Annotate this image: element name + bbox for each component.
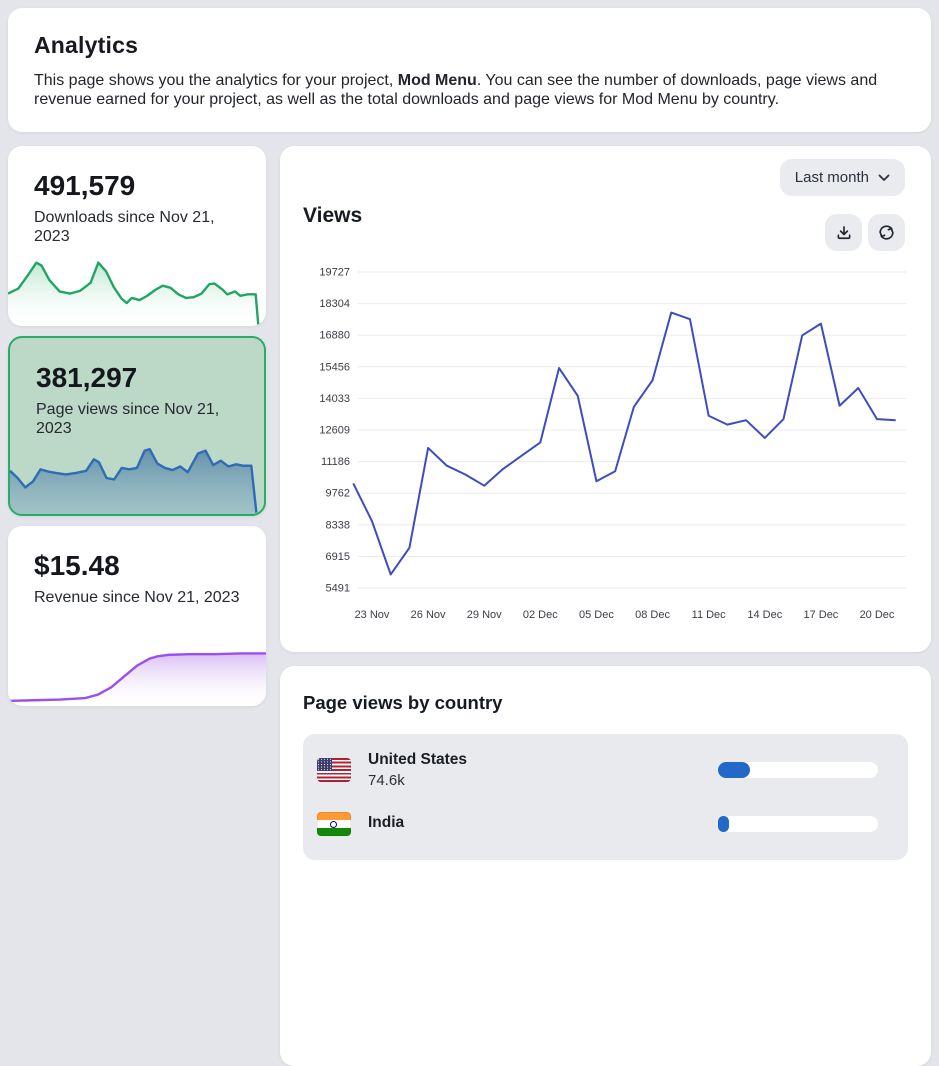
svg-text:6915: 6915 <box>326 551 350 563</box>
country-row-united-states: United States 74.6k <box>317 743 894 797</box>
page-views-count: 381,297 <box>36 362 137 394</box>
country-bar-track <box>718 762 878 778</box>
chart-title: Views <box>303 204 362 228</box>
india-flag-icon <box>317 812 351 836</box>
country-name: United States <box>368 751 467 769</box>
downloads-stat-card[interactable]: 491,579 Downloads since Nov 21, 2023 <box>8 146 266 326</box>
us-flag-icon <box>317 758 351 782</box>
page-description: This page shows you the analytics for yo… <box>34 71 905 109</box>
country-views-card: Page views by country United States 74.6… <box>280 666 931 1066</box>
page-views-sparkline <box>10 442 264 514</box>
svg-text:19727: 19727 <box>319 267 350 279</box>
project-name: Mod Menu <box>398 72 477 89</box>
refresh-chart-button[interactable] <box>868 214 905 251</box>
date-range-label: Last month <box>795 169 869 186</box>
revenue-label: Revenue since Nov 21, 2023 <box>34 588 240 607</box>
svg-text:11186: 11186 <box>321 456 350 468</box>
download-icon <box>835 224 853 242</box>
country-section-title: Page views by country <box>303 692 908 714</box>
svg-text:23 Nov: 23 Nov <box>355 609 390 621</box>
svg-text:8338: 8338 <box>326 519 350 531</box>
revenue-amount: $15.48 <box>34 550 120 582</box>
page-views-stat-card[interactable]: 381,297 Page views since Nov 21, 2023 <box>8 336 266 516</box>
svg-text:5491: 5491 <box>326 583 350 595</box>
country-bar-fill <box>718 762 750 778</box>
svg-text:11 Dec: 11 Dec <box>692 609 727 621</box>
downloads-count: 491,579 <box>34 170 135 202</box>
views-chart-card: Last month Views 5491 6915 8338 9762 11186 12… <box>280 146 931 652</box>
page-title: Analytics <box>34 32 905 59</box>
downloads-label: Downloads since Nov 21, 2023 <box>34 208 240 246</box>
download-chart-button[interactable] <box>825 214 862 251</box>
date-range-dropdown[interactable]: Last month <box>780 159 905 196</box>
svg-text:26 Nov: 26 Nov <box>411 609 446 621</box>
analytics-header-card: Analytics This page shows you the analyt… <box>8 8 931 132</box>
svg-text:9762: 9762 <box>326 488 350 500</box>
country-list: United States 74.6k India <box>303 734 908 860</box>
revenue-stat-card[interactable]: $15.48 Revenue since Nov 21, 2023 <box>8 526 266 706</box>
country-bar-track <box>718 816 878 832</box>
country-row-india: India <box>317 797 894 851</box>
svg-text:16880: 16880 <box>319 330 350 342</box>
svg-text:18304: 18304 <box>319 298 350 310</box>
page-views-label: Page views since Nov 21, 2023 <box>36 400 242 438</box>
country-name: India <box>368 814 404 832</box>
svg-text:15456: 15456 <box>319 361 350 373</box>
svg-text:17 Dec: 17 Dec <box>803 609 838 621</box>
revenue-sparkline <box>8 634 266 706</box>
svg-text:08 Dec: 08 Dec <box>635 609 670 621</box>
chevron-down-icon <box>878 174 890 182</box>
country-value: 74.6k <box>368 772 467 789</box>
svg-text:29 Nov: 29 Nov <box>467 609 502 621</box>
country-bar-fill <box>718 816 729 832</box>
downloads-sparkline <box>8 254 266 326</box>
svg-text:05 Dec: 05 Dec <box>579 609 614 621</box>
svg-text:14 Dec: 14 Dec <box>747 609 782 621</box>
views-line-chart: 5491 6915 8338 9762 11186 12609 14033 15456 1688… <box>298 258 913 633</box>
svg-text:14033: 14033 <box>319 393 350 405</box>
refresh-icon <box>877 223 896 242</box>
svg-text:20 Dec: 20 Dec <box>860 609 895 621</box>
svg-text:12609: 12609 <box>319 425 350 437</box>
svg-text:02 Dec: 02 Dec <box>523 609 558 621</box>
